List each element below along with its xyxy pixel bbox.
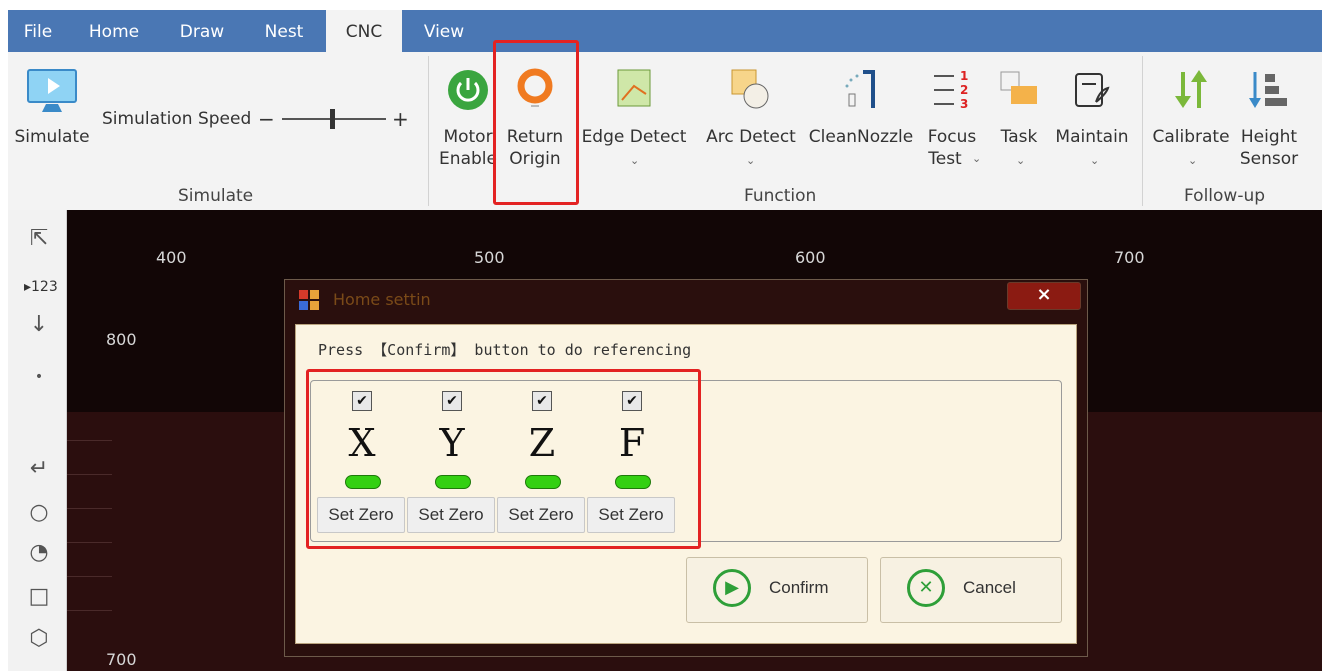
calibrate-label: Calibrate xyxy=(1152,127,1230,147)
tab-home[interactable]: Home xyxy=(74,10,154,52)
arc-detect-button[interactable]: Arc Detect ⌄ xyxy=(698,62,804,182)
ruler-tick xyxy=(66,576,112,577)
ruler-x-label: 500 xyxy=(474,248,505,267)
chevron-down-icon: ⌄ xyxy=(1016,154,1026,167)
height-sensor-icon xyxy=(1249,72,1287,108)
nozzle-icon xyxy=(845,70,875,108)
maintain-label: Maintain xyxy=(1055,127,1129,147)
ruler-x-label: 400 xyxy=(156,248,187,267)
speed-plus-button[interactable]: + xyxy=(392,108,409,130)
simulate-button[interactable]: Simulate xyxy=(12,62,92,172)
speed-slider[interactable] xyxy=(282,109,386,129)
svg-text:3: 3 xyxy=(960,97,968,111)
task-label: Task xyxy=(1000,127,1038,147)
ruler-x-label: 600 xyxy=(795,248,826,267)
tab-view[interactable]: View xyxy=(408,10,480,52)
clipboard-leaf-icon xyxy=(1075,73,1110,107)
calibrate-arrows-icon xyxy=(1175,70,1207,108)
chevron-down-icon: ⌄ xyxy=(630,154,640,167)
ruler-tick xyxy=(66,474,112,475)
chevron-down-icon: ⌄ xyxy=(1188,154,1198,167)
simulate-group-label: Simulate xyxy=(178,186,254,206)
point-icon[interactable]: • xyxy=(24,362,54,392)
tab-draw[interactable]: Draw xyxy=(164,10,240,52)
confirm-label: Confirm xyxy=(769,578,829,597)
select-arrow-icon[interactable]: ⇱ xyxy=(24,224,54,254)
ruler-y-label: 700 xyxy=(106,650,137,669)
test-label: Test xyxy=(928,149,962,169)
circle-icon[interactable]: ○ xyxy=(24,498,54,528)
highlight-axes xyxy=(306,369,701,549)
ruler-tick xyxy=(66,542,112,543)
tab-nest[interactable]: Nest xyxy=(248,10,320,52)
cancel-button[interactable]: ✕ Cancel xyxy=(880,557,1062,623)
monitor-play-icon xyxy=(27,69,77,112)
highlight-return-origin xyxy=(493,40,579,205)
followup-group-label: Follow-up xyxy=(1184,186,1266,206)
ruler-y-label: 800 xyxy=(106,330,137,349)
chevron-down-icon: ⌄ xyxy=(746,154,756,167)
sequence-icon[interactable]: ▸123 xyxy=(24,272,58,302)
app-icon xyxy=(299,290,319,310)
numbered-list-icon: 1 2 3 xyxy=(934,69,968,111)
left-toolbar: ⇱ ▸123 ↓ • ↵ ○ ◔ □ ⬡ xyxy=(8,210,67,671)
instruction-text: Press 【Confirm】 button to do referencing xyxy=(318,341,692,359)
group-separator xyxy=(428,56,429,206)
play-circle-icon: ▶ xyxy=(713,569,751,607)
edge-detect-button[interactable]: Edge Detect ⌄ xyxy=(576,62,692,182)
height-label: Height xyxy=(1240,127,1298,147)
enable-label: Enable xyxy=(439,149,497,169)
chevron-down-icon: ⌄ xyxy=(1090,154,1100,167)
clean-nozzle-button[interactable]: CleanNozzle xyxy=(806,62,916,182)
focus-label: Focus xyxy=(927,127,977,147)
cancel-label: Cancel xyxy=(963,578,1016,597)
arc-pie-icon[interactable]: ◔ xyxy=(24,538,54,568)
close-circle-icon: ✕ xyxy=(907,569,945,607)
arc-detect-label: Arc Detect xyxy=(706,127,796,147)
tab-cnc[interactable]: CNC xyxy=(326,10,402,52)
task-folder-icon xyxy=(1000,71,1037,104)
speed-minus-button[interactable]: − xyxy=(258,108,275,130)
motor-label: Motor xyxy=(443,127,493,147)
arc-detect-icon xyxy=(731,69,769,109)
ruler-x-label: 700 xyxy=(1114,248,1145,267)
group-separator xyxy=(1142,56,1143,206)
menu-bar: File Home Draw Nest CNC View xyxy=(8,10,1322,52)
simulation-speed-label: Simulation Speed xyxy=(102,109,252,129)
dialog-title: Home settin xyxy=(333,290,431,309)
ruler-tick xyxy=(66,508,112,509)
function-group-label: Function xyxy=(744,186,817,206)
height-sensor-button[interactable]: Height Sensor xyxy=(1236,62,1302,182)
ruler-tick xyxy=(66,610,112,611)
simulate-label: Simulate xyxy=(14,127,90,147)
motor-enable-button[interactable]: Motor Enable xyxy=(436,62,500,182)
tab-file[interactable]: File xyxy=(8,10,68,52)
calibrate-button[interactable]: Calibrate ⌄ xyxy=(1150,62,1232,182)
maintain-button[interactable]: Maintain ⌄ xyxy=(1052,62,1132,182)
edge-detect-icon xyxy=(617,69,651,107)
task-button[interactable]: Task ⌄ xyxy=(992,62,1046,182)
confirm-button[interactable]: ▶ Confirm xyxy=(686,557,868,623)
edge-detect-label: Edge Detect xyxy=(581,127,687,147)
rectangle-icon[interactable]: □ xyxy=(24,582,54,612)
speed-slider-thumb[interactable] xyxy=(330,109,335,129)
sort-az-icon[interactable]: ↓ xyxy=(24,310,54,340)
chevron-down-icon: ⌄ xyxy=(972,152,982,165)
power-icon xyxy=(448,70,488,110)
polygon-icon[interactable]: ⬡ xyxy=(24,624,54,654)
lead-line-icon[interactable]: ↵ xyxy=(24,454,54,484)
svg-text:1: 1 xyxy=(960,69,968,83)
focus-test-button[interactable]: 1 2 3 Focus Test ⌄ xyxy=(920,62,984,182)
clean-nozzle-label: CleanNozzle xyxy=(808,127,914,147)
ribbon: Simulate Simulation Speed − + Simulate M… xyxy=(8,52,1322,211)
svg-text:2: 2 xyxy=(960,83,968,97)
ruler-tick xyxy=(66,440,112,441)
sensor-label: Sensor xyxy=(1239,149,1299,169)
close-button[interactable]: × xyxy=(1007,282,1081,310)
